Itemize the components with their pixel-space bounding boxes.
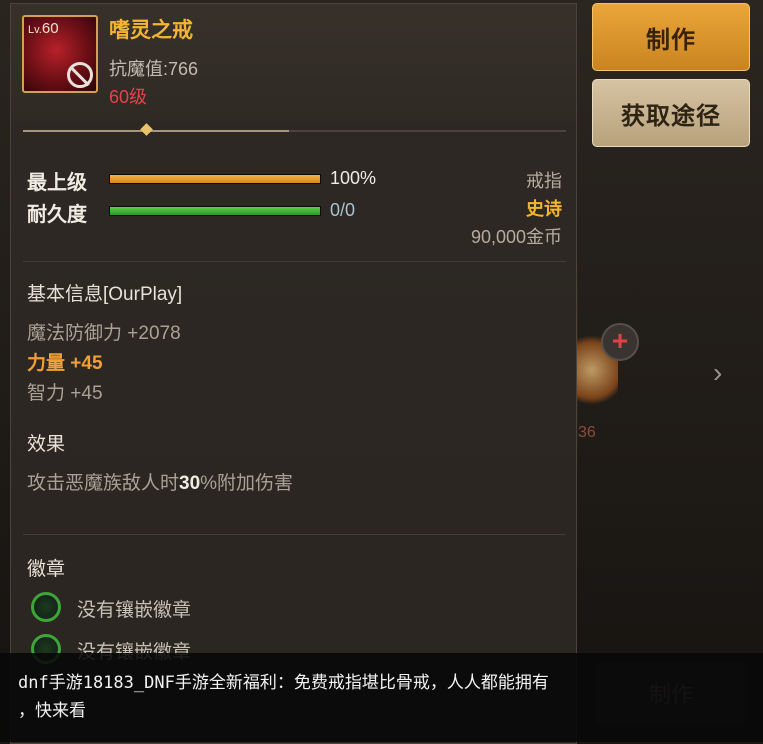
item-type: 戒指: [526, 171, 562, 191]
make-button[interactable]: 制作: [592, 3, 750, 71]
emblem-slot-icon[interactable]: [31, 592, 61, 622]
stat-magic-defense: 魔法防御力 +2078: [27, 323, 181, 344]
chevron-right-icon[interactable]: ›: [713, 357, 722, 389]
item-tooltip-panel: Lv.60 嗜灵之戒 抗魔值:766 60级 最上级 100% 耐久度 0/0 …: [10, 3, 577, 744]
emblem-title: 徽章: [27, 559, 66, 580]
item-price: 90,000金币: [470, 227, 562, 247]
stat-intelligence: 智力 +45: [27, 383, 103, 404]
section-divider: [23, 261, 566, 262]
inventory-item-count: 36: [578, 424, 596, 441]
untradeable-icon: [67, 62, 93, 88]
caption-line-2: ，快来看: [18, 701, 86, 721]
stat-strength: 力量 +45: [27, 353, 103, 374]
item-level-badge: Lv.60: [28, 20, 59, 37]
header-divider-highlight: [23, 130, 289, 132]
emblem-slot-label: 没有镶嵌徽章: [77, 600, 192, 621]
basic-info-title: 基本信息[OurPlay]: [27, 284, 183, 305]
upgrade-label: 最上级: [27, 172, 87, 194]
acquire-source-button[interactable]: 获取途径: [592, 79, 750, 147]
ring-item-icon: Lv.60: [22, 15, 98, 93]
item-name: 嗜灵之戒: [109, 19, 193, 42]
durability-label: 耐久度: [27, 204, 87, 226]
effect-description: 攻击恶魔族敌人时30%附加伤害: [27, 473, 294, 494]
article-caption: dnf手游18183_DNF手游全新福利：免费戒指堪比骨戒，人人都能拥有 ，快来…: [0, 653, 763, 742]
effect-title: 效果: [27, 434, 66, 455]
upgrade-bar: [109, 174, 321, 184]
caption-line-1: dnf手游18183_DNF手游全新福利：免费戒指堪比骨戒，人人都能拥有: [18, 673, 549, 693]
durability-bar: [109, 206, 321, 216]
durability-value: 0/0: [330, 200, 356, 220]
durability-bar-fill: [110, 207, 320, 215]
item-rarity: 史诗: [526, 199, 562, 219]
section-divider: [23, 534, 566, 535]
upgrade-bar-fill: [110, 175, 320, 183]
caption-text: dnf手游18183_DNF手游全新福利：免费戒指堪比骨戒，人人都能拥有 ，快来…: [18, 669, 628, 725]
item-main-stat: 抗魔值:766: [109, 59, 199, 79]
upgrade-value: 100%: [330, 168, 377, 188]
divider-diamond-icon: [140, 123, 153, 136]
add-icon[interactable]: +: [601, 323, 639, 361]
item-level-requirement: 60级: [109, 87, 148, 107]
